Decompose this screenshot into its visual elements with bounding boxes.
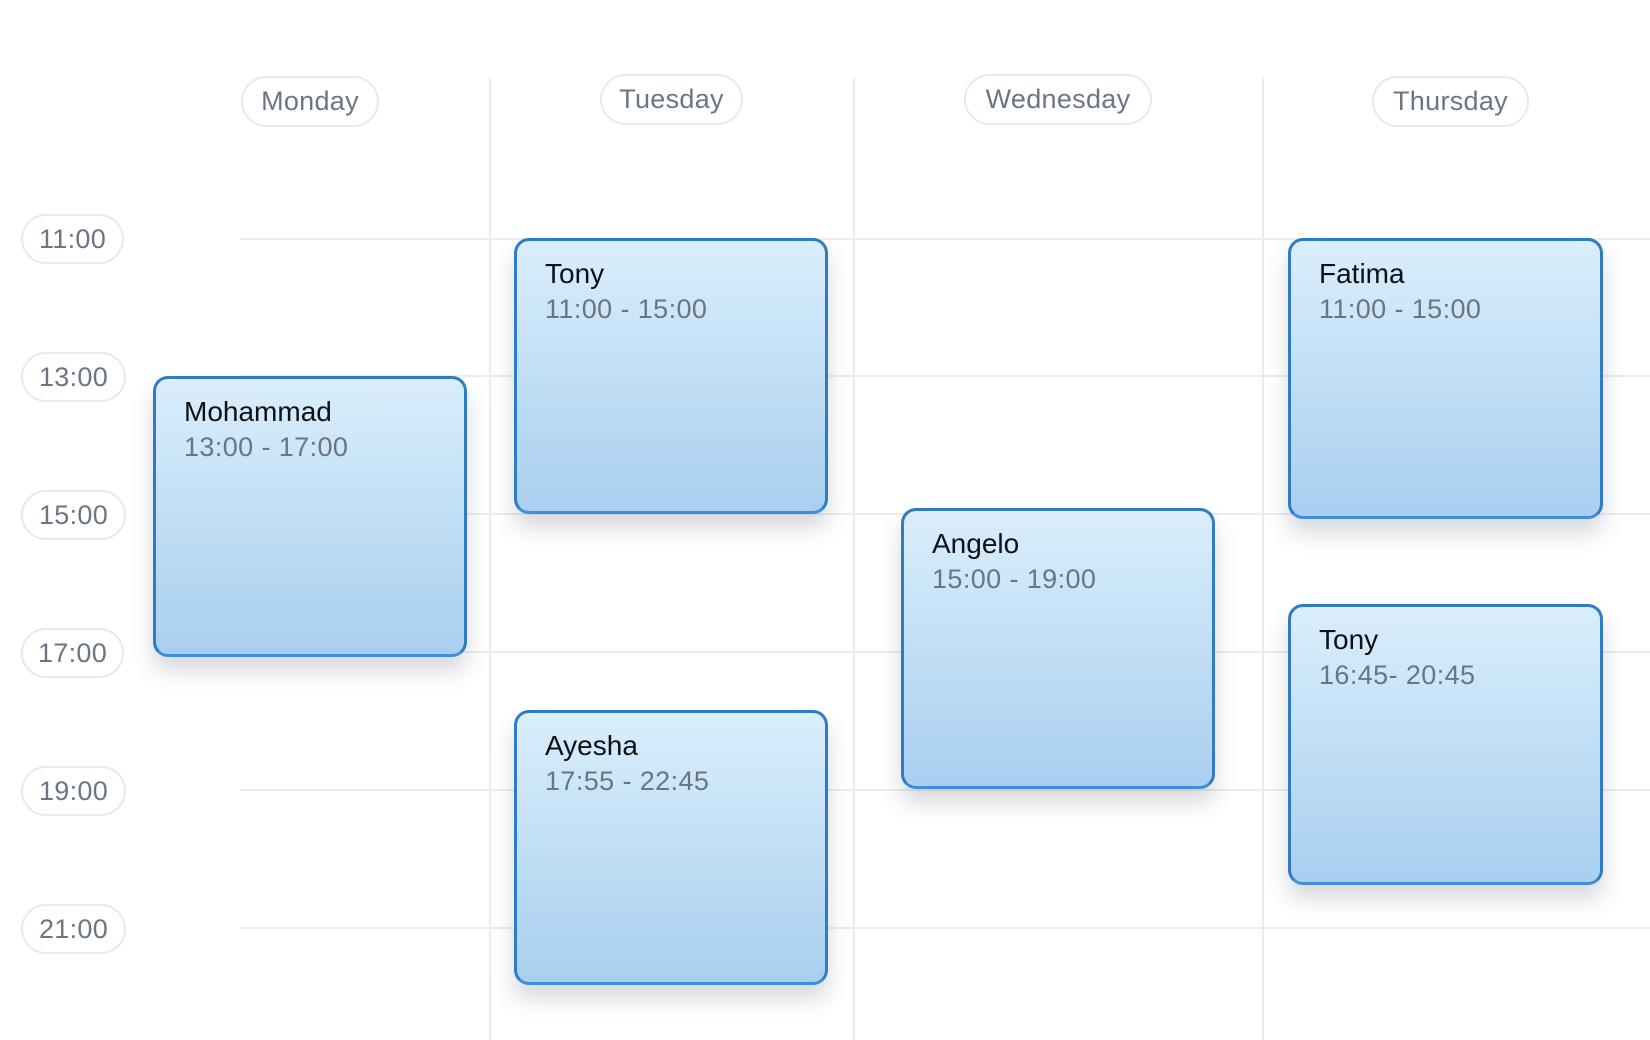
- time-label-13: 13:00: [21, 352, 126, 402]
- day-header-monday[interactable]: Monday: [241, 76, 379, 127]
- event-card-mohammad[interactable]: Mohammad 13:00 - 17:00: [153, 376, 467, 657]
- event-card-tony-tuesday[interactable]: Tony 11:00 - 15:00: [514, 238, 828, 514]
- day-header-tuesday[interactable]: Tuesday: [600, 74, 743, 125]
- time-label-11: 11:00: [21, 214, 124, 264]
- event-time: 15:00 - 19:00: [932, 564, 1097, 594]
- event-name: Fatima: [1319, 258, 1405, 289]
- event-card-ayesha[interactable]: Ayesha 17:55 - 22:45: [514, 710, 828, 985]
- event-name: Tony: [545, 258, 605, 289]
- event-name: Mohammad: [184, 396, 332, 427]
- time-label-19: 19:00: [21, 766, 126, 816]
- event-card-fatima[interactable]: Fatima 11:00 - 15:00: [1288, 238, 1603, 519]
- event-time: 11:00 - 15:00: [1319, 294, 1482, 324]
- event-time: 13:00 - 17:00: [184, 432, 349, 462]
- time-label-21: 21:00: [21, 904, 126, 954]
- day-header-wednesday[interactable]: Wednesday: [964, 74, 1152, 125]
- column-divider: [853, 77, 855, 1040]
- column-divider: [1262, 77, 1264, 1040]
- event-name: Angelo: [932, 528, 1020, 559]
- time-label-17: 17:00: [21, 628, 124, 678]
- event-time: 16:45- 20:45: [1319, 660, 1476, 690]
- event-card-angelo[interactable]: Angelo 15:00 - 19:00: [901, 508, 1215, 789]
- event-time: 17:55 - 22:45: [545, 766, 710, 796]
- week-calendar: Monday Tuesday Wednesday Thursday 11:00 …: [0, 0, 1650, 1040]
- event-name: Ayesha: [545, 730, 638, 761]
- gridline-21: [240, 927, 1650, 929]
- day-header-thursday[interactable]: Thursday: [1372, 76, 1529, 127]
- time-label-15: 15:00: [21, 490, 126, 540]
- event-card-tony-thursday[interactable]: Tony 16:45- 20:45: [1288, 604, 1603, 885]
- event-time: 11:00 - 15:00: [545, 294, 708, 324]
- event-name: Tony: [1319, 624, 1379, 655]
- column-divider: [489, 77, 491, 1040]
